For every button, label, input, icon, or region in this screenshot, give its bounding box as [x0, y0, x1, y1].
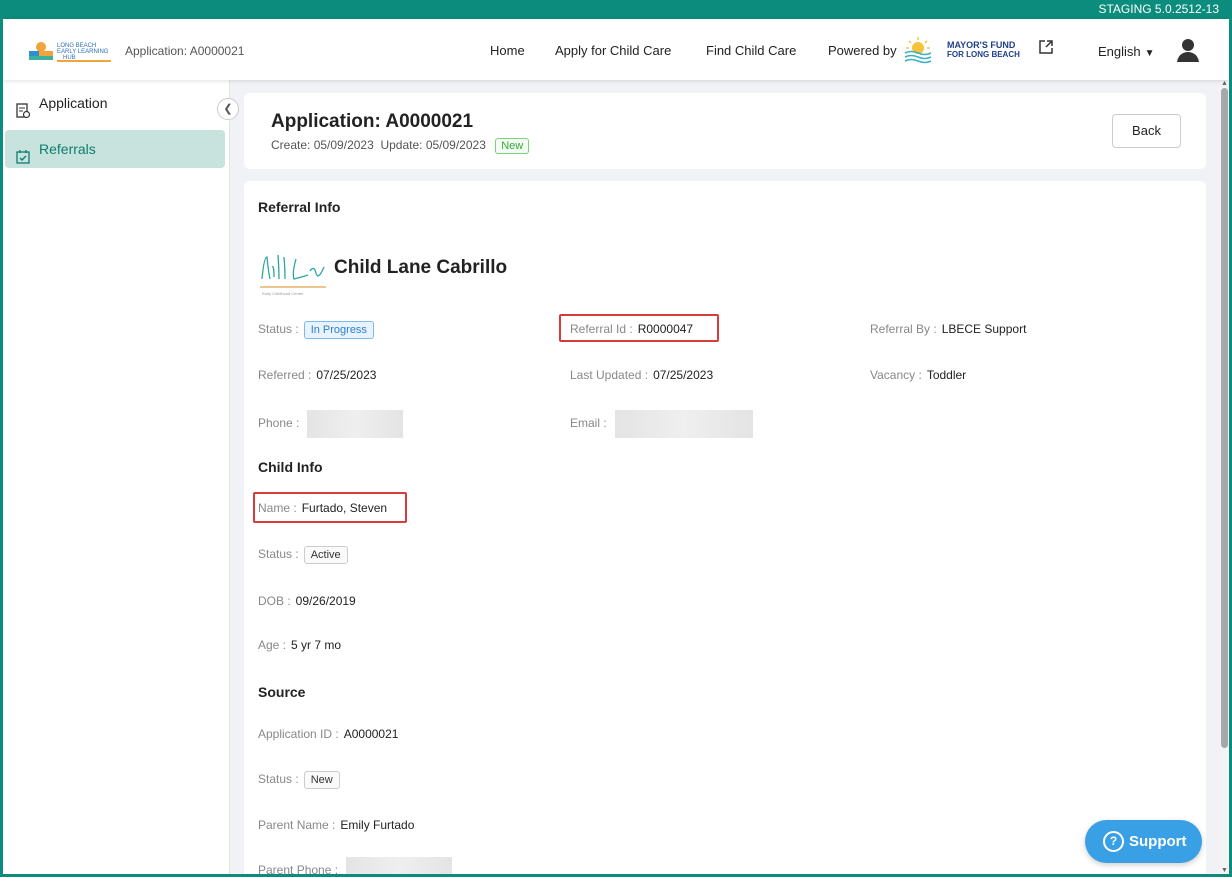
child-status-badge: Active — [303, 546, 348, 564]
language-label: English — [1098, 44, 1141, 59]
status-badge: New — [495, 138, 530, 154]
child-name-value: Furtado, Steven — [301, 501, 388, 515]
source-application-id-field: Application ID : A0000021 — [258, 727, 398, 741]
referral-status-badge: In Progress — [303, 321, 374, 339]
referral-status-field: Status : In Progress — [258, 321, 374, 339]
caret-down-icon: ▼ — [1144, 48, 1155, 59]
create-label: Create: — [271, 138, 311, 152]
field-label: Parent Name : — [258, 818, 336, 832]
child-status-field: Status : Active — [258, 546, 348, 564]
phone-field: Phone : — [258, 410, 404, 438]
field-label: Last Updated : — [570, 368, 649, 382]
sidebar-item-label: Referrals — [39, 141, 96, 157]
field-label: Application ID : — [258, 727, 339, 741]
referred-date-value: 07/25/2023 — [316, 368, 377, 382]
powered-by-label: Powered by — [828, 43, 897, 58]
provider-name: Child Lane Cabrillo — [334, 257, 508, 278]
referral-id-value: R0000047 — [637, 322, 694, 336]
email-field: Email : — [570, 410, 753, 438]
application-dates: Create: 05/09/2023 Update: 05/09/2023 Ne… — [271, 138, 530, 154]
referral-details-card: Referral Info Early Childhood Center Chi… — [244, 181, 1206, 874]
svg-text:MAYOR'S FUND: MAYOR'S FUND — [947, 40, 1016, 50]
provider-logo: Early Childhood Center — [258, 249, 328, 297]
nav-find-child-care[interactable]: Find Child Care — [706, 43, 796, 58]
nav-apply-for-child-care[interactable]: Apply for Child Care — [555, 43, 671, 58]
staging-banner: STAGING 5.0.2512-13 — [3, 0, 1229, 19]
vacancy-value: Toddler — [926, 368, 967, 382]
sidebar: Application Referrals — [3, 80, 230, 874]
redacted-phone — [307, 410, 404, 438]
support-label: Support — [1129, 833, 1187, 850]
app-window: STAGING 5.0.2512-13 LONG BEACH EARLY LEA… — [3, 0, 1229, 874]
redacted-parent-phone — [346, 857, 453, 874]
top-navigation: LONG BEACH EARLY LEARNING HUB Applicatio… — [3, 19, 1229, 80]
page-scrollbar[interactable]: ▲ ▼ — [1220, 80, 1229, 874]
field-label: Status : — [258, 547, 299, 561]
field-label: Parent Phone : — [258, 863, 339, 874]
field-label: Status : — [258, 772, 299, 786]
create-date: 05/09/2023 — [313, 138, 374, 152]
parent-name-value: Emily Furtado — [340, 818, 415, 832]
field-label: Referred : — [258, 368, 312, 382]
child-name-field: Name : Furtado, Steven — [258, 501, 387, 515]
field-label: Vacancy : — [870, 368, 922, 382]
sidebar-item-referrals[interactable]: Referrals — [5, 130, 225, 168]
referral-id-field: Referral Id : R0000047 — [570, 322, 693, 336]
long-beach-logo[interactable]: LONG BEACH EARLY LEARNING HUB — [27, 38, 115, 64]
parent-name-field: Parent Name : Emily Furtado — [258, 818, 414, 832]
document-icon — [15, 95, 31, 119]
help-icon: ? — [1103, 831, 1124, 852]
referred-date-field: Referred : 07/25/2023 — [258, 368, 376, 382]
app-id-label: Application: A0000021 — [125, 44, 245, 58]
field-label: Name : — [258, 501, 297, 515]
field-label: Phone : — [258, 416, 300, 431]
svg-text:FOR LONG BEACH: FOR LONG BEACH — [947, 50, 1020, 59]
application-header-card: Application: A0000021 Create: 05/09/2023… — [244, 93, 1206, 169]
vacancy-field: Vacancy : Toddler — [870, 368, 966, 382]
source-heading: Source — [258, 684, 306, 700]
child-dob-value: 09/26/2019 — [295, 594, 356, 608]
source-status-badge: New — [303, 771, 340, 789]
scroll-up-icon[interactable]: ▲ — [1221, 80, 1228, 87]
parent-phone-field: Parent Phone : — [258, 857, 453, 874]
child-dob-field: DOB : 09/26/2019 — [258, 594, 356, 608]
checklist-icon — [15, 141, 31, 164]
support-button[interactable]: ? Support — [1085, 820, 1202, 863]
update-label: Update: — [380, 138, 423, 152]
last-updated-field: Last Updated : 07/25/2023 — [570, 368, 713, 382]
field-label: Referral By : — [870, 322, 937, 336]
referral-info-heading: Referral Info — [258, 199, 341, 215]
field-label: DOB : — [258, 594, 291, 608]
redacted-email — [614, 410, 753, 438]
back-button[interactable]: Back — [1112, 114, 1181, 148]
child-age-field: Age : 5 yr 7 mo — [258, 638, 341, 652]
mayors-fund-logo[interactable]: MAYOR'S FUND FOR LONG BEACH — [903, 35, 1023, 65]
scroll-down-icon[interactable]: ▼ — [1221, 867, 1228, 874]
svg-text:Early Childhood Center: Early Childhood Center — [262, 291, 304, 296]
scrollbar-thumb[interactable] — [1221, 88, 1228, 748]
user-avatar-icon[interactable] — [1175, 37, 1201, 63]
sidebar-item-label: Application — [39, 95, 108, 111]
sidebar-item-application[interactable]: Application — [5, 84, 225, 122]
nav-home[interactable]: Home — [490, 43, 525, 58]
source-status-field: Status : New — [258, 771, 340, 789]
last-updated-value: 07/25/2023 — [653, 368, 714, 382]
child-info-heading: Child Info — [258, 459, 323, 475]
field-label: Age : — [258, 638, 287, 652]
chevron-left-icon: ❮ — [223, 103, 233, 115]
collapse-sidebar-button[interactable]: ❮ — [217, 98, 239, 120]
field-label: Status : — [258, 322, 299, 336]
source-application-id-value: A0000021 — [343, 727, 399, 741]
field-label: Email : — [570, 416, 607, 431]
referral-by-field: Referral By : LBECE Support — [870, 322, 1026, 336]
child-age-value: 5 yr 7 mo — [291, 638, 342, 652]
external-link-icon[interactable] — [1038, 39, 1054, 55]
page-title: Application: A0000021 — [271, 111, 474, 132]
update-date: 05/09/2023 — [425, 138, 486, 152]
referral-by-value: LBECE Support — [941, 322, 1027, 336]
field-label: Referral Id : — [570, 322, 633, 336]
language-selector[interactable]: English ▼ — [1098, 44, 1155, 59]
